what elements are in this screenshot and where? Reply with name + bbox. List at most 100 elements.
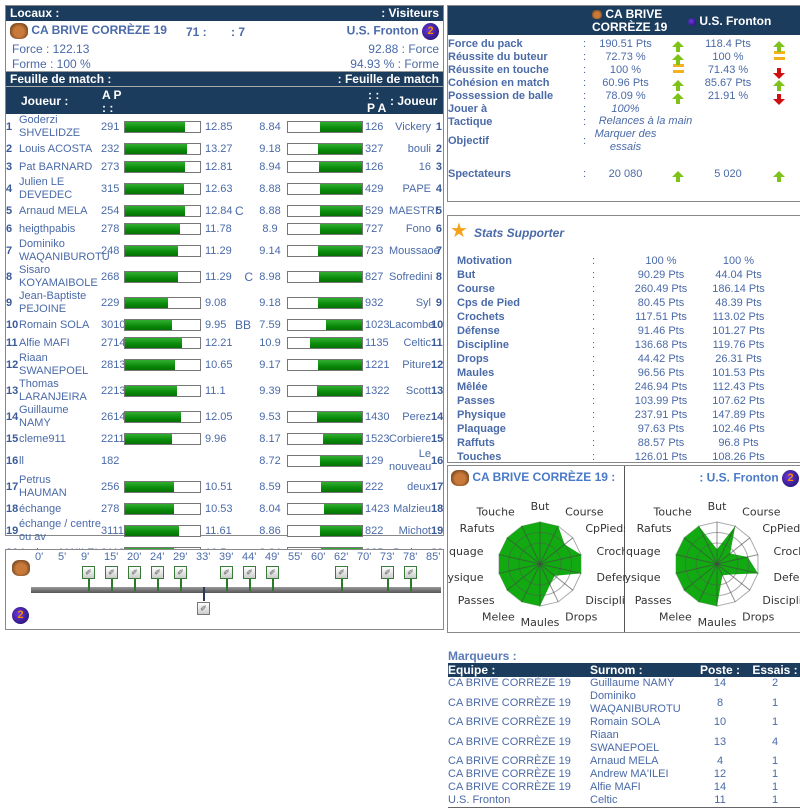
home-player-name[interactable]: Louis ACOSTA xyxy=(19,140,101,158)
home-event-icon[interactable]: ✐ xyxy=(381,566,394,579)
bar-fill xyxy=(323,504,362,514)
comparison-row: Réussite du buteur: 72.73 % 100 % xyxy=(448,50,800,65)
home-player-name[interactable]: Romain SOLA xyxy=(19,316,101,334)
home-form-bar xyxy=(124,220,201,238)
separator: : xyxy=(583,76,587,89)
home-player-a: 2213 xyxy=(101,384,126,397)
home-event-icon[interactable]: ✐ xyxy=(266,566,279,579)
home-player-name[interactable]: Julien LE DEVEDEC xyxy=(19,176,101,202)
away-player-name[interactable]: 16 xyxy=(389,158,431,176)
away-player-name[interactable]: Celtic xyxy=(389,334,431,352)
home-player-name[interactable]: Goderzi SHVELIDZE xyxy=(19,114,101,140)
home-player-name[interactable]: Arnaud MELA xyxy=(19,202,101,220)
away-player-name[interactable]: Fono xyxy=(389,220,431,238)
away-player-name[interactable]: MAESTRI xyxy=(389,202,438,220)
home-event-icon[interactable]: ✐ xyxy=(82,566,95,579)
col-essais[interactable]: Essais : xyxy=(750,663,800,677)
home-player-name[interactable]: Guillaume NAMY xyxy=(19,404,101,430)
arrow-up-icon xyxy=(672,170,684,182)
away-player-name[interactable]: Moussaoe xyxy=(389,238,440,264)
scorer-name[interactable]: Andrew MA'ILEI xyxy=(590,768,690,781)
jouer-value: 100% xyxy=(611,102,640,115)
scorer-team[interactable]: CA BRIVE CORRÈZE 19 xyxy=(448,677,590,690)
scorer-team[interactable]: CA BRIVE CORRÈZE 19 xyxy=(448,690,590,716)
away-player-name[interactable]: Perez xyxy=(389,404,431,430)
away-player-name[interactable]: PAPE xyxy=(389,176,431,202)
away-value: 108.26 Pts xyxy=(712,451,765,463)
col-surnom[interactable]: Surnom : xyxy=(590,663,690,677)
away-event-icon[interactable]: ✐ xyxy=(197,602,210,615)
home-player-name[interactable]: échange xyxy=(19,500,101,518)
home-event-icon[interactable]: ✐ xyxy=(105,566,118,579)
home-player-name[interactable]: cleme911 xyxy=(19,430,101,448)
scorer-name[interactable]: Romain SOLA xyxy=(590,716,690,729)
home-event-icon[interactable]: ✐ xyxy=(220,566,233,579)
separator: : xyxy=(592,367,596,379)
away-player-value: 9.39 xyxy=(259,384,281,397)
home-player-name[interactable]: Sisaro KOYAMAIBOLE xyxy=(19,264,101,290)
home-form-bar xyxy=(124,114,201,140)
spectators-label: Spectateurs xyxy=(448,167,511,180)
home-player-name[interactable]: Riaan SWANEPOEL xyxy=(19,352,101,378)
away-player-name[interactable]: Le nouveau xyxy=(389,448,431,474)
home-value: 246.94 Pts xyxy=(634,381,688,393)
away-player-number: 6 xyxy=(435,222,442,235)
home-player-name[interactable]: heigthpabis xyxy=(19,220,101,238)
supporter-row: Touches: 126.01 Pts 108.26 Pts xyxy=(456,450,776,464)
scorer-name[interactable]: Riaan SWANEPOEL xyxy=(590,729,690,755)
away-player-name[interactable]: Piture xyxy=(389,352,431,378)
scorer-team[interactable]: CA BRIVE CORRÈZE 19 xyxy=(448,755,590,768)
home-player-name[interactable]: Petrus HAUMAN xyxy=(19,474,101,500)
separator: : xyxy=(592,451,596,463)
away-player-name[interactable]: Sofredini xyxy=(389,264,432,290)
away-player-name[interactable]: Scott xyxy=(389,378,431,404)
scorer-name[interactable]: Arnaud MELA xyxy=(590,755,690,768)
scorer-name[interactable]: Guillaume NAMY xyxy=(590,677,690,690)
scorer-position: 12 xyxy=(713,768,727,780)
away-team-name[interactable]: U.S. Fronton xyxy=(347,24,419,38)
home-player-name[interactable]: Alfie MAFI xyxy=(19,334,101,352)
home-player-number: 2 xyxy=(6,142,13,155)
trend-up-icon xyxy=(672,53,684,65)
away-player-name[interactable]: deux xyxy=(389,474,431,500)
scorer-team[interactable]: CA BRIVE CORRÈZE 19 xyxy=(448,716,590,729)
away-player-name[interactable]: Malzieu xyxy=(389,500,431,518)
away-value: 100 % xyxy=(722,255,755,267)
away-player-name[interactable]: Corbiere xyxy=(389,430,431,448)
col-equipe[interactable]: Equipe : xyxy=(448,663,590,677)
home-event-icon[interactable]: ✐ xyxy=(151,566,164,579)
bar-fill xyxy=(125,338,183,348)
home-event-icon[interactable]: ✐ xyxy=(335,566,348,579)
home-value: 44.42 Pts xyxy=(637,353,685,365)
comparison-row: Réussite en touche: 100 % 71.43 % xyxy=(448,63,800,79)
away-player-name[interactable]: Syl xyxy=(389,290,431,316)
scorer-team[interactable]: CA BRIVE CORRÈZE 19 xyxy=(448,768,590,781)
away-player-name[interactable]: Vickery xyxy=(389,114,431,140)
separator: : xyxy=(592,395,596,407)
scorer-name[interactable]: Alfie MAFI xyxy=(590,781,690,794)
away-player-name[interactable]: bouli xyxy=(389,140,431,158)
home-event-icon[interactable]: ✐ xyxy=(128,566,141,579)
home-player-name[interactable]: Pat BARNARD xyxy=(19,158,101,176)
col-poste[interactable]: Poste : xyxy=(690,663,750,677)
scorer-team[interactable]: CA BRIVE CORRÈZE 19 xyxy=(448,729,590,755)
scorer-name[interactable]: Dominiko WAQANIBUROTU xyxy=(590,690,690,716)
away-player-name[interactable]: Lacombe xyxy=(389,316,434,334)
away-player-name[interactable]: Michot xyxy=(389,518,431,544)
col-pa: P A xyxy=(367,101,387,115)
home-player-name[interactable]: Dominiko WAQANIBUROTU xyxy=(19,238,110,264)
player-mark xyxy=(235,158,253,176)
scorer-team[interactable]: CA BRIVE CORRÈZE 19 xyxy=(448,781,590,794)
home-event-icon[interactable]: ✐ xyxy=(174,566,187,579)
home-player-name[interactable]: Thomas LARANJEIRA xyxy=(19,378,101,404)
away-value: 113.02 Pts xyxy=(712,311,765,323)
home-event-icon[interactable]: ✐ xyxy=(404,566,417,579)
home-team-name[interactable]: CA BRIVE CORRÈZE 19 xyxy=(31,23,167,37)
home-event-icon[interactable]: ✐ xyxy=(243,566,256,579)
home-player-name[interactable]: ll xyxy=(19,448,101,474)
home-player-name[interactable]: Jean-Baptiste PEJOINE xyxy=(19,290,101,316)
comparison-row: Force du pack:190.51 Pts 118.4 Pts xyxy=(448,37,800,52)
home-stat: 190.51 Pts xyxy=(599,37,652,50)
home-player-name[interactable]: échange / centre ou av xyxy=(19,518,101,544)
player-row: 4 Julien LE DEVEDEC 315 12.63 8.88 429 PAPE 4 xyxy=(6,176,442,202)
